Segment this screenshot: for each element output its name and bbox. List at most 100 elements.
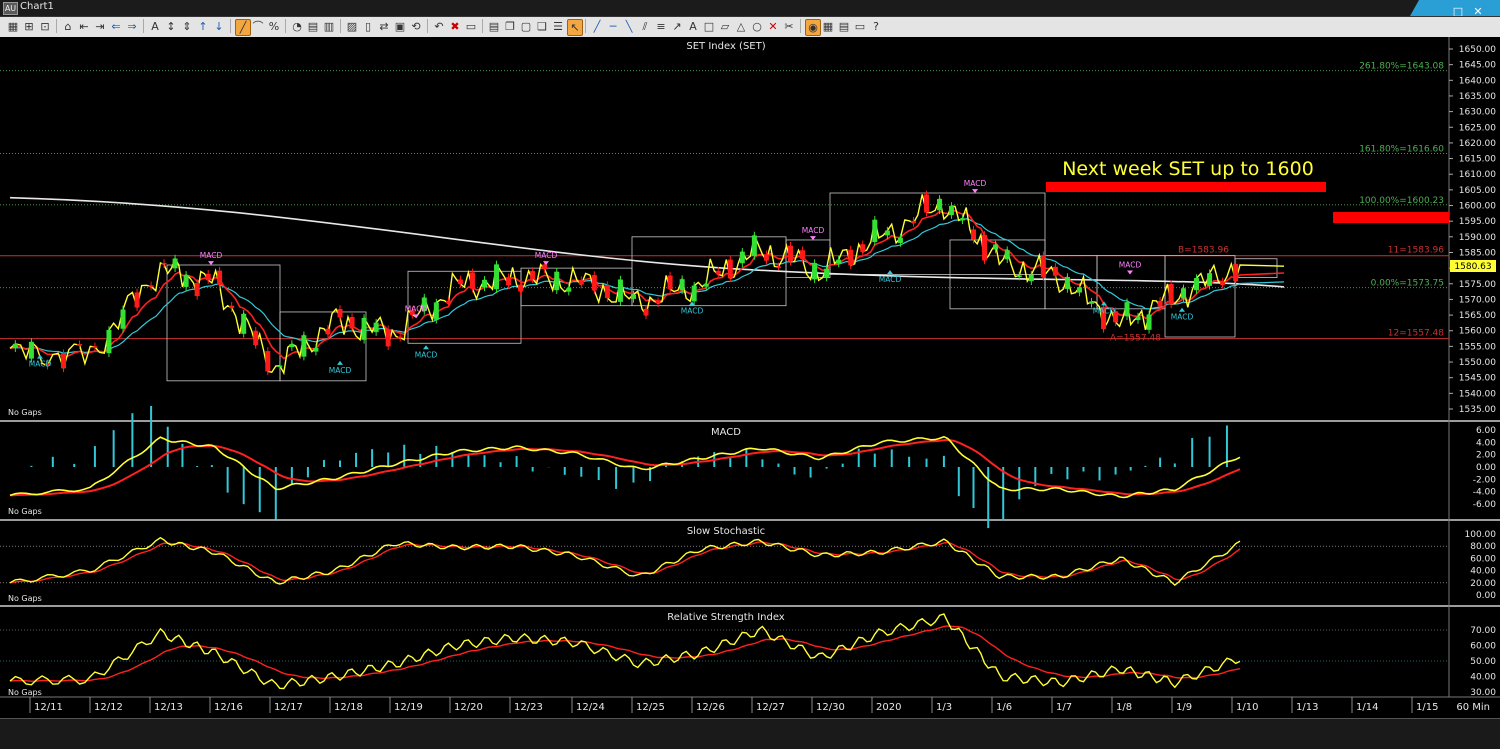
chart-type-icon[interactable]: ▥ [322, 19, 336, 34]
candle-body[interactable] [1168, 284, 1174, 305]
chart-svg[interactable]: SET Index (SET) MACD Slow Stochastic Rel… [0, 37, 1500, 718]
draw-line-icon[interactable]: ╱ [235, 19, 251, 36]
price-line[interactable] [9, 194, 1285, 376]
macd-line[interactable] [9, 435, 1241, 499]
clone-icon[interactable]: ❏ [535, 19, 549, 34]
ellipse-icon[interactable]: ○ [750, 19, 764, 34]
candle-body[interactable] [812, 263, 818, 280]
candle-body[interactable] [518, 284, 524, 292]
rsi-line[interactable] [9, 613, 1241, 690]
buy-arrow-icon[interactable] [423, 345, 429, 350]
home-icon[interactable]: ⌂ [61, 19, 75, 34]
candle-body[interactable] [265, 351, 271, 372]
candle-body[interactable] [28, 341, 34, 359]
callout-icon[interactable]: ▱ [718, 19, 732, 34]
delete-drawing-icon[interactable]: ✂ [782, 19, 796, 34]
candle-body[interactable] [361, 317, 367, 340]
candle-body[interactable] [445, 300, 451, 304]
zoom-in-icon[interactable]: ⊞ [22, 19, 36, 34]
candle-body[interactable] [884, 230, 890, 236]
delete-icon[interactable]: ✖ [448, 19, 462, 34]
candle-body[interactable] [655, 301, 661, 304]
buy-arrow-icon[interactable] [887, 270, 893, 275]
candle-body[interactable] [120, 309, 126, 329]
candle-body[interactable] [1233, 263, 1239, 281]
cursor-icon[interactable]: ↖ [567, 19, 583, 36]
candle-body[interactable] [679, 279, 685, 291]
candle-body[interactable] [924, 194, 930, 213]
candle-body[interactable] [481, 279, 487, 288]
buy-arrow-icon[interactable] [1179, 307, 1185, 312]
stoch-d-line[interactable] [9, 541, 1241, 584]
candle-body[interactable] [604, 285, 610, 299]
candle-body[interactable] [1004, 250, 1010, 260]
candle-body[interactable] [12, 343, 18, 349]
candle-body[interactable] [494, 264, 500, 290]
candle-body[interactable] [183, 274, 189, 287]
candle-body[interactable] [993, 244, 999, 250]
candle-body[interactable] [1028, 274, 1034, 282]
candle-body[interactable] [1180, 288, 1186, 299]
candle-body[interactable] [289, 344, 295, 348]
triangle-icon[interactable]: △ [734, 19, 748, 34]
candle-body[interactable] [542, 264, 548, 270]
compare-icon[interactable]: ⇄ [377, 19, 391, 34]
line-tool-icon[interactable]: ╱ [590, 19, 604, 34]
rect-icon[interactable]: □ [702, 19, 716, 34]
candle-body[interactable] [337, 309, 343, 318]
bar-icon[interactable]: ▯ [361, 19, 375, 34]
buy-arrow-icon[interactable] [37, 354, 43, 359]
v-expand-icon[interactable]: ⇕ [180, 19, 194, 34]
candle-body[interactable] [397, 336, 403, 338]
stoch-k-line[interactable] [9, 536, 1241, 587]
slow-moving-average[interactable] [9, 218, 1285, 354]
candle-body[interactable] [630, 294, 636, 299]
candle-body[interactable] [1157, 300, 1163, 307]
candle-body[interactable] [373, 322, 379, 333]
candle-body[interactable] [703, 283, 709, 287]
candle-body[interactable] [217, 270, 223, 286]
arrow-icon[interactable]: ↗ [670, 19, 684, 34]
trend-icon[interactable]: ╲ [622, 19, 636, 34]
candle-body[interactable] [1124, 302, 1130, 317]
candle-body[interactable] [948, 205, 954, 216]
grid-icon[interactable]: ▦ [821, 19, 835, 34]
sync-icon[interactable]: ⟲ [409, 19, 423, 34]
paste-icon[interactable]: ▢ [519, 19, 533, 34]
candle-body[interactable] [253, 330, 259, 346]
sell-arrow-icon[interactable] [1127, 270, 1133, 275]
magnet-icon[interactable]: ◉ [805, 19, 821, 36]
studies-icon[interactable]: ▨ [345, 19, 359, 34]
pattern-box[interactable] [520, 267, 633, 307]
candle-body[interactable] [457, 279, 463, 285]
candle-body[interactable] [229, 305, 235, 309]
candle-body[interactable] [1052, 266, 1058, 276]
candle-body[interactable] [325, 328, 331, 335]
candle-body[interactable] [148, 285, 154, 287]
v-scale-icon[interactable]: ↕ [164, 19, 178, 34]
candle-body[interactable] [506, 277, 512, 286]
candle-body[interactable] [1220, 281, 1226, 285]
sell-arrow-icon[interactable] [810, 236, 816, 241]
buy-arrow-icon[interactable] [337, 360, 343, 365]
candle-body[interactable] [667, 275, 673, 290]
up-icon[interactable]: ↑ [196, 19, 210, 34]
candle-body[interactable] [194, 282, 200, 297]
candle-body[interactable] [433, 302, 439, 320]
candle-body[interactable] [872, 219, 878, 243]
candle-body[interactable] [277, 365, 283, 368]
sell-arrow-icon[interactable] [208, 261, 214, 266]
candle-body[interactable] [937, 198, 943, 211]
candle-body[interactable] [617, 279, 623, 302]
candle-body[interactable] [1040, 255, 1046, 277]
candle-body[interactable] [469, 272, 475, 289]
sell-arrow-icon[interactable] [972, 189, 978, 194]
candle-body[interactable] [715, 270, 721, 275]
candle-body[interactable] [530, 270, 536, 280]
candle-body[interactable] [1135, 316, 1141, 321]
candle-body[interactable] [578, 280, 584, 285]
h-scroll-left-icon[interactable]: ⇤ [77, 19, 91, 34]
channel-icon[interactable]: ⫽ [638, 19, 652, 34]
copy-icon[interactable]: ❐ [503, 19, 517, 34]
h-scroll-right-icon[interactable]: ⇥ [93, 19, 107, 34]
